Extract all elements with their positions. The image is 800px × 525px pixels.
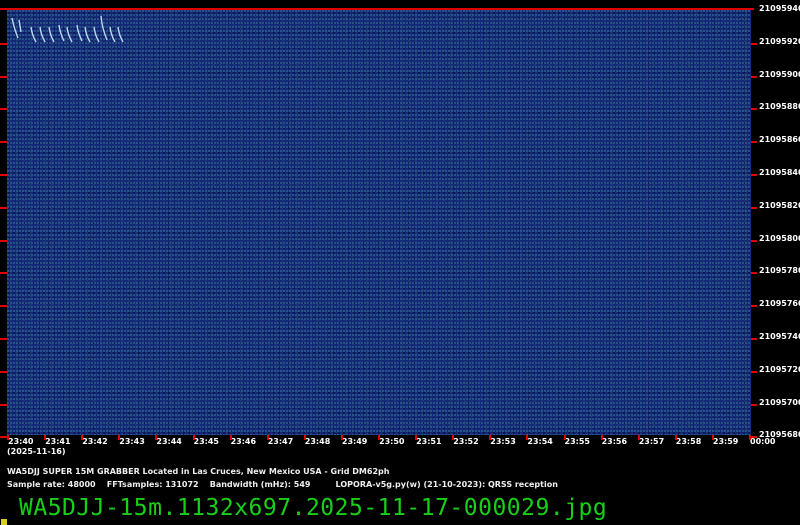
x-axis-label: 23:56: [601, 437, 628, 446]
y-axis-label: 21095700: [759, 397, 800, 407]
corner-marker: [1, 519, 7, 525]
y-axis-label: 21095800: [759, 233, 800, 243]
bottom-tick: [7, 435, 9, 440]
x-axis-label: 23:43: [119, 437, 145, 446]
x-axis-label: 23:40: [8, 437, 34, 446]
bottom-tick: [340, 435, 343, 440]
y-axis-label: 21095740: [759, 332, 800, 341]
right-tick: [751, 174, 757, 176]
x-axis-label: 00:00: [750, 437, 776, 446]
y-axis-label: 21095920: [759, 36, 800, 46]
left-tick: [0, 108, 8, 111]
bottom-tick: [81, 435, 84, 440]
x-axis-label: 23:52: [453, 437, 479, 446]
right-tick: [751, 42, 757, 45]
y-axis-label: 21095880: [759, 102, 800, 112]
x-axis-label: 23:58: [675, 437, 702, 446]
left-tick: [0, 42, 8, 45]
image-filename: WA5DJJ-15m.1132x697.2025-11-17-000029.jp…: [19, 495, 608, 521]
bottom-tick: [489, 435, 492, 440]
y-axis-label: 21095820: [759, 200, 800, 210]
left-tick: [0, 75, 8, 78]
bottom-tick: [378, 435, 380, 440]
right-tick: [751, 370, 757, 373]
bottom-tick: [749, 435, 751, 440]
bottom-tick: [303, 435, 306, 440]
bottom-tick: [155, 435, 158, 440]
x-axis-label: 23:51: [416, 437, 442, 446]
bottom-tick: [637, 435, 640, 440]
right-tick: [751, 305, 757, 308]
left-tick: [0, 338, 8, 340]
right-tick: [751, 108, 757, 111]
x-axis-label: 23:47: [267, 437, 294, 446]
y-axis-label: 21095840: [759, 168, 800, 177]
left-tick: [0, 206, 8, 209]
y-axis-label: 21095780: [759, 266, 800, 276]
capture-settings: Sample rate: 48000 FFTsamples: 131072 Ba…: [7, 480, 558, 489]
x-axis-label: 23:41: [45, 437, 71, 446]
right-tick: [751, 75, 757, 78]
bottom-tick: [711, 435, 714, 440]
left-tick: [0, 272, 8, 275]
right-tick: [751, 206, 757, 209]
date-label: (2025-11-16): [7, 447, 66, 456]
right-tick: [751, 239, 757, 242]
bottom-tick: [44, 435, 47, 440]
left-tick: [0, 370, 8, 373]
left-tick: [0, 174, 8, 176]
x-axis-label: 23:53: [490, 437, 516, 446]
x-axis-label: 23:57: [638, 437, 665, 446]
x-axis-label: 23:55: [564, 437, 590, 446]
y-axis-label: 21095940: [759, 4, 800, 13]
right-tick: [751, 141, 757, 144]
right-tick: [751, 403, 757, 406]
left-tick: [0, 239, 8, 242]
bottom-tick: [563, 435, 566, 440]
y-axis-label: 21095860: [759, 135, 800, 145]
left-tick: [0, 141, 8, 144]
qrss-signal-trace: [11, 15, 124, 43]
waterfall-spectrogram: [7, 10, 751, 435]
x-axis-label: 23:50: [379, 437, 405, 446]
bottom-tick: [674, 435, 677, 440]
bottom-tick: [266, 435, 269, 440]
left-tick: [0, 305, 8, 308]
x-axis-label: 23:45: [193, 437, 219, 446]
x-axis-label: 23:59: [712, 437, 739, 446]
bottom-tick: [452, 435, 455, 440]
bottom-tick: [229, 435, 232, 440]
station-info: WA5DJJ SUPER 15M GRABBER Located in Las …: [7, 467, 390, 476]
x-axis-label: 23:44: [156, 437, 182, 446]
x-axis-label: 23:46: [230, 437, 257, 446]
bottom-tick: [600, 435, 603, 440]
y-axis-label: 21095900: [759, 69, 800, 79]
right-tick: [751, 338, 757, 340]
x-axis-label: 23:48: [304, 437, 331, 446]
bottom-tick: [415, 435, 418, 440]
top-frequency-line: [0, 8, 754, 10]
bottom-tick: [526, 435, 529, 440]
left-tick: [0, 403, 8, 406]
y-axis-label: 21095720: [759, 364, 800, 374]
bottom-tick: [192, 435, 195, 440]
x-axis-label: 23:42: [82, 437, 108, 446]
x-axis-label: 23:54: [527, 437, 553, 446]
right-tick: [751, 272, 757, 275]
bottom-tick: [118, 435, 121, 440]
y-axis-label: 21095760: [759, 299, 800, 309]
x-axis-label: 23:49: [341, 437, 368, 446]
